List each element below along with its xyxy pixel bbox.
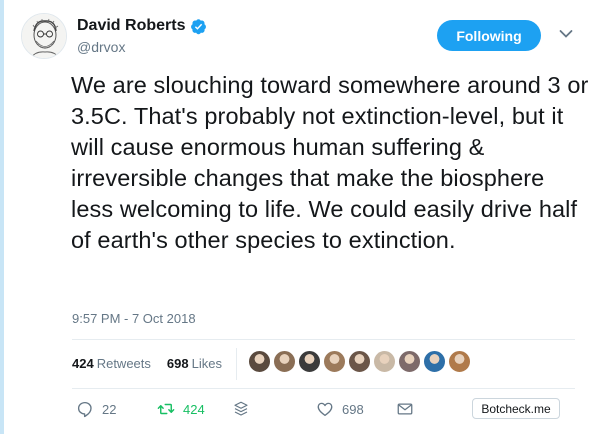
- heart-icon: [317, 402, 333, 417]
- like-action[interactable]: 698: [316, 400, 364, 418]
- stats-separator: [236, 348, 237, 380]
- botcheck-button[interactable]: Botcheck.me: [472, 398, 560, 419]
- liker-avatars: [248, 350, 473, 373]
- engagement-stats: 424 Retweets 698 Likes: [72, 356, 222, 371]
- liker-avatar[interactable]: [448, 350, 471, 373]
- retweet-count: 424: [183, 401, 205, 417]
- verified-badge-icon: [191, 18, 207, 34]
- message-action[interactable]: [396, 400, 414, 418]
- tweet-text: We are slouching toward somewhere around…: [71, 72, 589, 253]
- likes-stat[interactable]: 698 Likes: [167, 356, 222, 371]
- liker-avatar[interactable]: [398, 350, 421, 373]
- avatar[interactable]: [21, 13, 67, 59]
- author-name[interactable]: David Roberts: [77, 17, 185, 35]
- divider-bottom: [72, 388, 575, 389]
- retweet-icon: [157, 403, 175, 415]
- avatar-portrait-icon: [22, 14, 66, 58]
- tweet-card: David Roberts @drvox Following We are sl…: [0, 0, 599, 434]
- liker-avatar[interactable]: [373, 350, 396, 373]
- tweet-timestamp[interactable]: 9:57 PM - 7 Oct 2018: [72, 311, 196, 326]
- liker-avatar[interactable]: [273, 350, 296, 373]
- author-name-row[interactable]: David Roberts: [77, 17, 207, 35]
- chevron-down-icon[interactable]: [559, 29, 573, 39]
- reply-icon: [77, 401, 92, 418]
- author-handle[interactable]: @drvox: [77, 39, 125, 55]
- liker-avatar[interactable]: [298, 350, 321, 373]
- retweets-stat[interactable]: 424 Retweets: [72, 356, 151, 371]
- buffer-action[interactable]: [232, 400, 250, 418]
- reply-action[interactable]: 22: [76, 400, 116, 418]
- liker-avatar[interactable]: [323, 350, 346, 373]
- thread-line: [0, 0, 4, 434]
- envelope-icon: [397, 403, 413, 415]
- liker-avatar[interactable]: [248, 350, 271, 373]
- stack-layers-icon: [234, 401, 248, 416]
- liker-avatar[interactable]: [423, 350, 446, 373]
- like-count: 698: [342, 401, 364, 417]
- divider-top: [72, 339, 575, 340]
- retweet-action[interactable]: 424: [157, 400, 205, 418]
- reply-count: 22: [102, 401, 117, 417]
- liker-avatar[interactable]: [348, 350, 371, 373]
- following-button[interactable]: Following: [437, 20, 541, 51]
